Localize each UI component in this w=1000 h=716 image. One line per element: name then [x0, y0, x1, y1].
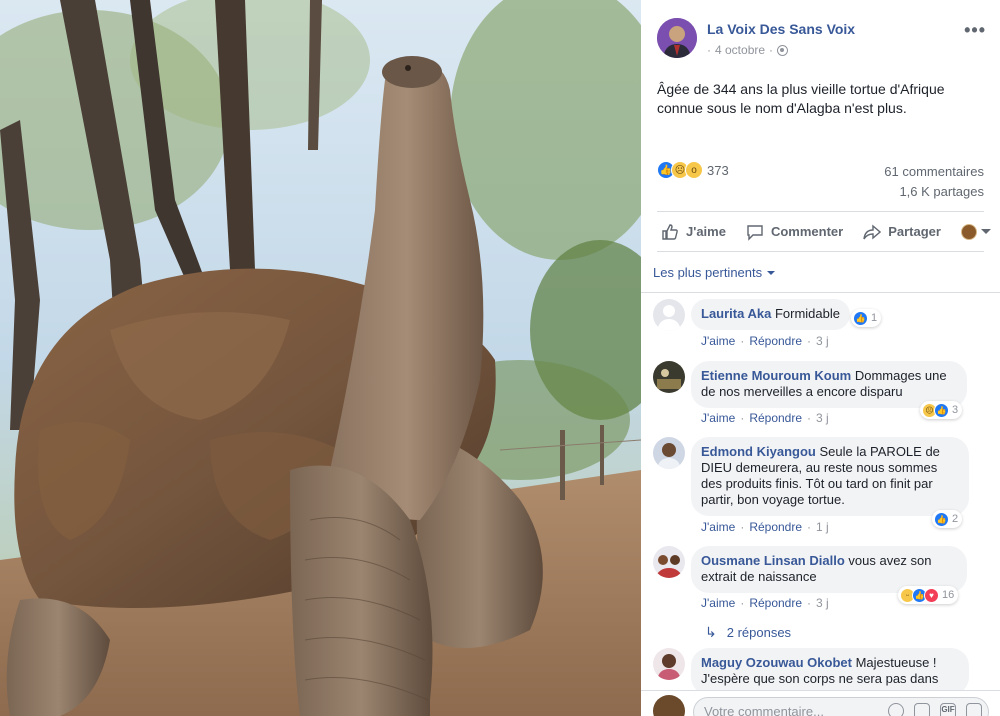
- wow-reaction-icon: o: [685, 161, 703, 179]
- thumbs-up-icon: [662, 223, 678, 240]
- avatar[interactable]: [653, 546, 685, 578]
- comment-time[interactable]: 3 j: [816, 596, 829, 610]
- avatar[interactable]: [653, 299, 685, 331]
- post-as-selector[interactable]: [960, 223, 991, 240]
- share-arrow-icon: [863, 223, 882, 240]
- user-avatar-small: [960, 223, 977, 240]
- comment-text: Formidable: [774, 306, 840, 321]
- reply-arrow-icon: ↳: [705, 624, 717, 640]
- comment-actions: J'aime · Répondre · 3 j: [701, 596, 829, 610]
- comment-reactions[interactable]: 👍 1: [851, 309, 882, 327]
- reaction-count[interactable]: 373: [707, 163, 729, 178]
- comment-actions: J'aime · Répondre · 3 j: [701, 334, 829, 348]
- commenter-name[interactable]: Laurita Aka: [701, 306, 771, 321]
- like-reaction-icon: 👍: [934, 402, 949, 418]
- comment-bubble: Maguy Ozouwau Okobet Majestueuse ! J'esp…: [691, 648, 969, 695]
- view-replies-link[interactable]: ↳ 2 réponses: [705, 624, 791, 641]
- comment-reactions[interactable]: 👍 2: [932, 510, 963, 528]
- reactions-summary[interactable]: 👍 ☹ o 373: [657, 161, 729, 179]
- page-avatar[interactable]: [657, 18, 697, 58]
- post-stats: 61 commentaires 1,6 K partages: [884, 162, 984, 202]
- post-photo[interactable]: [0, 0, 641, 716]
- tortoise-photo: [0, 0, 641, 716]
- post-text: Âgée de 344 ans la plus vieille tortue d…: [657, 81, 945, 116]
- avatar[interactable]: [653, 361, 685, 393]
- avatar[interactable]: [653, 648, 685, 680]
- comment-composer: Votre commentaire... GIF: [641, 690, 1000, 716]
- comment-reply-link[interactable]: Répondre: [749, 334, 802, 348]
- comment-bubble: Laurita Aka Formidable: [691, 299, 850, 330]
- comment-actions: J'aime · Répondre · 1 j: [701, 520, 829, 534]
- camera-icon[interactable]: [914, 703, 930, 716]
- comment-actions: J'aime · Répondre · 3 j: [701, 411, 829, 425]
- comment-time[interactable]: 3 j: [816, 334, 829, 348]
- comment-time[interactable]: 1 j: [816, 520, 829, 534]
- caret-down-icon: [767, 270, 776, 275]
- page-name-link[interactable]: La Voix Des Sans Voix: [707, 21, 855, 37]
- comment-like-link[interactable]: J'aime: [701, 334, 735, 348]
- post-meta: · 4 octobre ·: [707, 43, 789, 57]
- sticker-icon[interactable]: [966, 703, 982, 716]
- comment-like-link[interactable]: J'aime: [701, 411, 735, 425]
- caret-down-icon: [980, 229, 991, 234]
- like-reaction-icon: 👍: [934, 511, 949, 527]
- action-bar: J'aime Commenter Partager: [657, 211, 991, 252]
- emoji-icon[interactable]: [888, 703, 904, 716]
- comments-count[interactable]: 61 commentaires: [884, 162, 984, 182]
- commenter-name[interactable]: Etienne Mouroum Koum: [701, 368, 851, 383]
- comment-sort-selector[interactable]: Les plus pertinents: [653, 265, 776, 280]
- avatar[interactable]: [653, 437, 685, 469]
- comment-reply-link[interactable]: Répondre: [749, 520, 802, 534]
- gif-icon[interactable]: GIF: [940, 703, 956, 716]
- commenter-name[interactable]: Maguy Ozouwau Okobet: [701, 655, 852, 670]
- globe-icon: [777, 44, 789, 56]
- comment-reply-link[interactable]: Répondre: [749, 596, 802, 610]
- post-header: La Voix Des Sans Voix · 4 octobre · •••: [657, 18, 988, 62]
- more-options-icon[interactable]: •••: [964, 20, 986, 41]
- composer-tools: GIF: [888, 703, 982, 716]
- comment-button[interactable]: Commenter: [746, 223, 843, 241]
- comment-reply-link[interactable]: Répondre: [749, 411, 802, 425]
- comment-time[interactable]: 3 j: [816, 411, 829, 425]
- post-panel: La Voix Des Sans Voix · 4 octobre · ••• …: [641, 0, 1000, 716]
- post-date[interactable]: 4 octobre: [715, 43, 765, 57]
- user-avatar: [653, 695, 685, 716]
- comment-bubble-icon: [747, 224, 763, 241]
- comment-like-link[interactable]: J'aime: [701, 596, 735, 610]
- comment-like-link[interactable]: J'aime: [701, 520, 735, 534]
- commenter-name[interactable]: Ousmane Linsan Diallo: [701, 553, 845, 568]
- share-button[interactable]: Partager: [863, 223, 941, 241]
- comment-reactions[interactable]: ᵕ 👍 ♥ 16: [898, 586, 959, 604]
- comment-reactions[interactable]: ☹ 👍 3: [920, 401, 963, 419]
- commenter-name[interactable]: Edmond Kiyangou: [701, 444, 816, 459]
- like-button[interactable]: J'aime: [661, 223, 726, 241]
- love-reaction-icon: ♥: [924, 587, 939, 603]
- like-reaction-icon: 👍: [853, 310, 868, 326]
- shares-count[interactable]: 1,6 K partages: [884, 182, 984, 202]
- comment-bubble: Edmond Kiyangou Seule la PAROLE de DIEU …: [691, 437, 969, 516]
